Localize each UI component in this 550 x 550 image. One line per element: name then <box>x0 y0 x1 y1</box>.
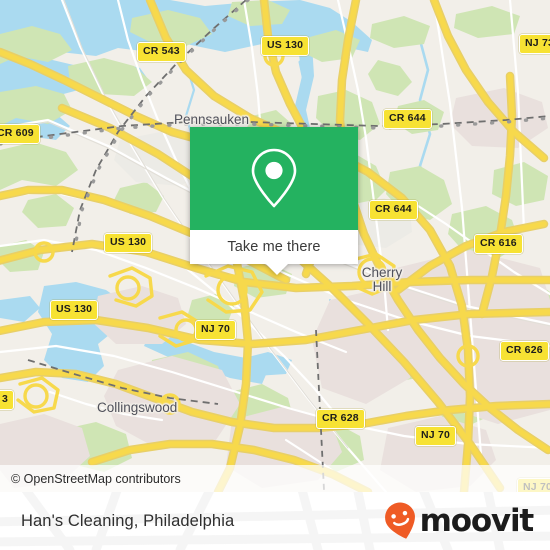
moovit-logo[interactable]: moovit <box>382 501 535 541</box>
road-shield-us-130-west: US 130 <box>50 300 99 320</box>
map-info-card[interactable]: Take me there <box>190 127 358 275</box>
map-attribution-bar: © OpenStreetMap contributors <box>0 465 550 492</box>
road-shield-us-130-north: US 130 <box>261 36 310 56</box>
road-shield-cr-616: CR 616 <box>474 234 523 254</box>
place-label-text: Collingswood <box>97 400 178 415</box>
road-shield-cr-644-north: CR 644 <box>383 109 432 129</box>
map-canvas[interactable]: .w { fill:#aadaf0; } .g { fill:#cfe5b4; … <box>0 0 550 492</box>
road-shield-nj-70-west: NJ 70 <box>195 320 237 340</box>
place-label-text-line2: Hill <box>372 279 392 295</box>
road-shield-nj-73: NJ 73 <box>519 34 550 54</box>
moovit-smiley-pin-icon <box>384 502 415 539</box>
road-shield-route-3: 3 <box>0 390 15 410</box>
card-image-area <box>190 127 358 230</box>
take-me-there-label: Take me there <box>227 239 321 255</box>
card-footer[interactable]: Take me there <box>190 230 358 264</box>
place-label-pennsauken: Pennsauken <box>174 112 249 127</box>
openstreetmap-attribution[interactable]: © OpenStreetMap contributors <box>11 472 181 486</box>
bottom-info-bar: Han's Cleaning, Philadelphia moovit <box>0 492 550 550</box>
place-label-cherry-hill: Cherry Hill <box>352 265 412 295</box>
place-label-text: Pennsauken <box>174 112 250 127</box>
map-screenshot-root: .w { fill:#aadaf0; } .g { fill:#cfe5b4; … <box>0 0 550 550</box>
card-pointer-tail <box>266 264 288 275</box>
road-shield-us-130-mid: US 130 <box>104 233 153 253</box>
place-label-collingswood: Collingswood <box>97 400 177 415</box>
road-shield-nj-70-east: NJ 70 <box>415 426 457 446</box>
road-shield-cr-628: CR 628 <box>316 409 365 429</box>
road-shield-cr-644-south: CR 644 <box>369 200 418 220</box>
moovit-wordmark: moovit <box>419 502 535 539</box>
road-shield-cr-609: CR 609 <box>0 124 40 144</box>
road-shield-cr-626: CR 626 <box>500 341 549 361</box>
road-shield-cr-543: CR 543 <box>137 42 186 62</box>
map-pin-icon <box>251 148 297 207</box>
place-title: Han's Cleaning, Philadelphia <box>21 511 235 530</box>
